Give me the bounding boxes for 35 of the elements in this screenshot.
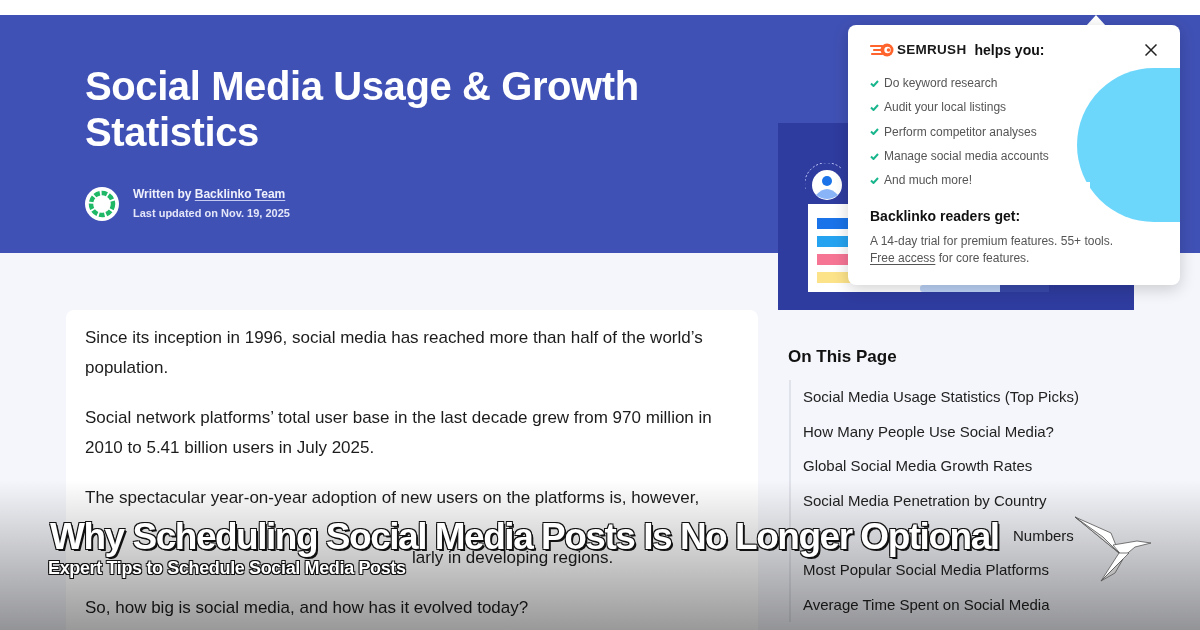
check-icon <box>870 79 879 87</box>
offer-text: A 14-day trial for premium features. 55+ tools. Free access for core features. <box>870 233 1115 268</box>
toc-link[interactable]: Global Social Media Growth Rates <box>803 456 1033 477</box>
benefit-text: Manage social media accounts <box>884 148 1049 165</box>
fireball-logo-icon <box>870 43 894 57</box>
toc-link[interactable]: Social Media Usage Statistics (Top Picks) <box>803 387 1079 408</box>
close-icon[interactable] <box>1145 44 1157 56</box>
benefit-text: And much more! <box>884 172 973 189</box>
article-title: Social Media Usage & Growth Statistics <box>85 63 640 155</box>
toc-link[interactable]: Most Popular Social Media Platforms <box>803 560 1049 581</box>
check-icon <box>870 128 879 136</box>
toc-link[interactable]: How Many People Use Social Media? <box>803 421 1054 442</box>
paragraph-text: Since its inception in 1996, social media has reached more than half of the world’s population. <box>85 327 704 379</box>
check-icon <box>870 103 879 111</box>
check-icon <box>870 152 879 160</box>
paragraph-text: The spectacular year-on-year adoption of new users on the platforms is, however, <box>85 487 701 509</box>
paragraph-text: Social network platforms’ total user base in the last decade grew from 970 million in 2010 to 5.41 billion users in July 2025. <box>85 407 713 459</box>
paragraph-text: So, how big is social media, and how has it evolved today? <box>85 597 530 619</box>
toc-heading: On This Page <box>788 346 897 368</box>
offer-heading: Backlinko readers get: <box>870 207 1021 227</box>
check-icon <box>870 176 879 184</box>
toc-link[interactable]: Average Time Spent on Social Media <box>803 594 1050 615</box>
ring-logo-icon <box>85 186 119 221</box>
overlay-subtitle: Expert Tips to Schedule Social Media Posts <box>48 558 406 578</box>
updated-date: Last updated on Nov. 19, 2025 <box>133 206 290 221</box>
toc-link[interactable]: Numbers <box>1013 525 1074 546</box>
benefit-text: Audit your local listings <box>884 99 1007 116</box>
brand-wordmark: SEMRUSH <box>897 40 967 59</box>
popup-heading: helps you: <box>974 40 1045 60</box>
author-link[interactable]: Backlinko Team <box>194 187 286 201</box>
benefit-text: Perform competitor analyses <box>884 123 1037 140</box>
free-access-link[interactable]: Free access <box>870 251 936 266</box>
toc-link[interactable]: Social Media Penetration by Country <box>803 491 1047 512</box>
benefit-text: Do keyword research <box>884 75 998 92</box>
byline-text: Written by Backlinko Team <box>133 186 287 202</box>
